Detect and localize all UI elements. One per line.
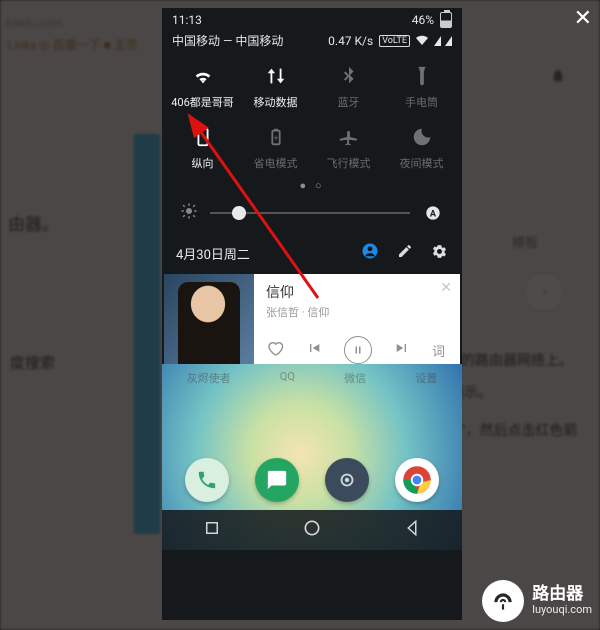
lyrics-button[interactable]: 词 xyxy=(432,341,445,360)
app-label: 灰烬使者 xyxy=(187,370,231,386)
phone-app-icon[interactable] xyxy=(185,458,229,502)
phone-frame: 11:13 46% 中国移动 — 中国移动 0.47 K/s VoLTE 406… xyxy=(162,8,462,620)
camera-app-icon[interactable] xyxy=(325,458,369,502)
torch-icon xyxy=(409,63,435,89)
bell-icon xyxy=(550,68,566,84)
bg-text-3: 的路由器网络上。 xyxy=(461,350,586,370)
wifi-icon xyxy=(416,35,428,46)
watermark-logo-icon xyxy=(482,580,524,622)
qs-tile-battery[interactable]: + 省电模式 xyxy=(239,124,312,171)
settings-gear-icon[interactable] xyxy=(431,243,448,264)
status-time: 11:13 xyxy=(172,13,202,27)
qs-tile-label: 移动数据 xyxy=(254,94,298,110)
volte-badge: VoLTE xyxy=(379,35,410,47)
qs-tile-bt[interactable]: 蓝牙 xyxy=(312,63,385,110)
svg-text:A: A xyxy=(430,209,437,219)
messages-app-icon[interactable] xyxy=(255,458,299,502)
app-label: 微信 xyxy=(344,370,366,386)
signal-icon xyxy=(434,36,441,46)
qs-tile-wifi[interactable]: 406都是哥哥 xyxy=(166,63,239,110)
watermark: 路由器 luyouqi.com xyxy=(482,580,592,622)
user-icon[interactable] xyxy=(361,242,379,264)
status-bar: 11:13 46% xyxy=(162,8,462,28)
brightness-low-icon xyxy=(180,202,198,224)
close-icon[interactable]: ✕ xyxy=(574,6,592,31)
qs-tile-data[interactable]: 移动数据 xyxy=(239,63,312,110)
signal-icon xyxy=(445,36,452,46)
carrier-text: 中国移动 — 中国移动 xyxy=(172,32,283,49)
heart-icon[interactable] xyxy=(266,339,284,361)
album-art xyxy=(164,274,254,364)
carrier-row: 中国移动 — 中国移动 0.47 K/s VoLTE xyxy=(162,28,462,57)
qs-tile-label: 飞行模式 xyxy=(327,155,371,171)
battery-percent: 46% xyxy=(412,13,434,27)
nav-back-icon[interactable] xyxy=(403,519,421,541)
qs-tile-label: 手电筒 xyxy=(405,94,438,110)
qs-tile-label: 406都是哥哥 xyxy=(171,94,234,110)
nav-home-icon[interactable] xyxy=(302,518,322,542)
bt-icon xyxy=(336,63,362,89)
bookmarks-bar-fragment: Links ◎ 百度一下 ■ 主页 xyxy=(8,36,138,53)
browser-address-fragment: baidu.com xyxy=(6,16,62,30)
page-indicator: ● ○ xyxy=(162,173,462,202)
svg-text:+: + xyxy=(273,134,278,144)
moon-icon xyxy=(409,124,435,150)
edit-icon[interactable] xyxy=(397,243,413,263)
music-notification[interactable]: 信仰 张信哲 · 信仰 ✕ 词 xyxy=(164,274,460,364)
qs-tile-label: 蓝牙 xyxy=(338,94,360,110)
portrait-icon xyxy=(190,124,216,150)
nav-bar xyxy=(162,510,462,550)
date-row: 4月30日周二 xyxy=(162,234,462,274)
chrome-app-icon[interactable] xyxy=(395,458,439,502)
plane-icon xyxy=(336,124,362,150)
quick-settings-tiles: 406都是哥哥 移动数据 蓝牙 手电筒纵向 + 省电模式 飞行模式 夜间模式 xyxy=(162,57,462,173)
nav-recent-icon[interactable] xyxy=(203,519,221,541)
watermark-url: luyouqi.com xyxy=(532,604,592,617)
music-subtitle: 张信哲 · 信仰 xyxy=(266,304,450,320)
wifi-icon xyxy=(190,63,216,89)
next-circle-button[interactable] xyxy=(524,272,564,312)
next-track-icon[interactable] xyxy=(394,340,410,360)
brightness-row: A xyxy=(162,202,462,234)
qs-tile-moon[interactable]: 夜间模式 xyxy=(385,124,458,171)
net-speed: 0.47 K/s xyxy=(328,34,373,48)
bg-text-2: 度搜索 xyxy=(10,352,55,373)
data-icon xyxy=(263,63,289,89)
play-pause-icon[interactable] xyxy=(344,336,372,364)
app-label: QQ xyxy=(280,370,295,386)
date-text: 4月30日周二 xyxy=(176,244,250,263)
prev-track-icon[interactable] xyxy=(306,340,322,360)
qs-tile-label: 夜间模式 xyxy=(400,155,444,171)
home-wallpaper: 灰烬使者 QQ 微信 设置 xyxy=(162,364,462,550)
bg-template-label: 模板 xyxy=(512,232,538,251)
bg-text-1: 由器。 xyxy=(8,210,59,235)
qs-tile-torch[interactable]: 手电筒 xyxy=(385,63,458,110)
battery-icon: + xyxy=(263,124,289,150)
auto-brightness-icon[interactable]: A xyxy=(422,202,444,224)
qs-tile-plane[interactable]: 飞行模式 xyxy=(312,124,385,171)
qs-tile-portrait[interactable]: 纵向 xyxy=(166,124,239,171)
bg-text-5: "，然后点击红色箭 xyxy=(461,420,586,440)
sidebar-accent xyxy=(134,134,160,534)
brightness-slider[interactable] xyxy=(210,212,410,214)
watermark-title: 路由器 xyxy=(532,585,592,605)
qs-tile-label: 省电模式 xyxy=(254,155,298,171)
dismiss-icon[interactable]: ✕ xyxy=(440,280,452,296)
music-title: 信仰 xyxy=(266,282,450,302)
app-label: 设置 xyxy=(415,370,437,386)
qs-tile-label: 纵向 xyxy=(192,155,214,171)
battery-icon xyxy=(440,12,452,28)
